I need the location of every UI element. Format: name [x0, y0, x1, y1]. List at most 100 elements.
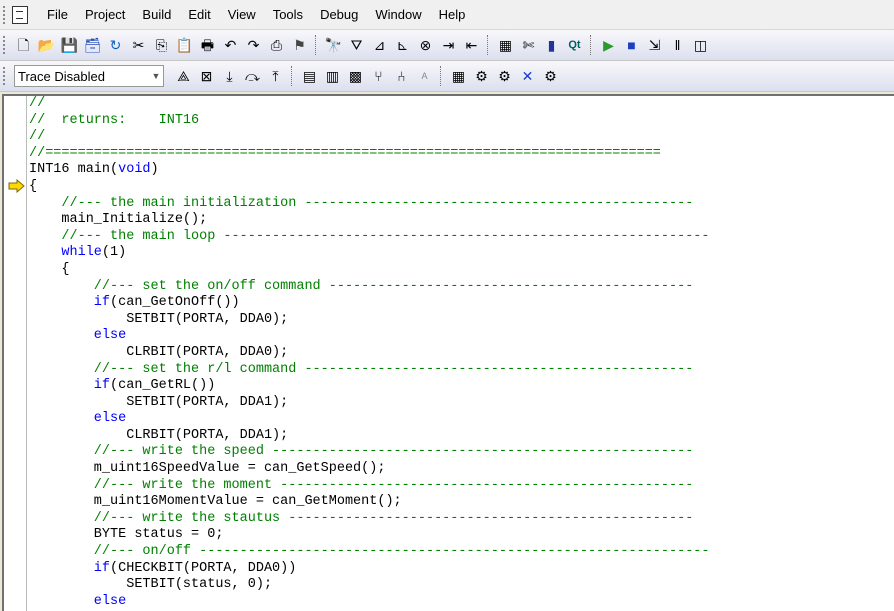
stop-icon[interactable]: ■ [622, 36, 641, 55]
code-line[interactable]: m_uint16MomentValue = can_GetMoment(); [29, 494, 894, 511]
memory-icon[interactable]: ▮ [542, 36, 561, 55]
code-line[interactable]: if(can_GetRL()) [29, 378, 894, 395]
board-icon[interactable]: ▦ [496, 36, 515, 55]
code-line[interactable]: while(1) [29, 245, 894, 262]
chevron-down-icon[interactable]: ▼ [149, 67, 163, 85]
emulator-icon[interactable]: ▥ [323, 67, 342, 86]
menu-help[interactable]: Help [430, 0, 474, 29]
settings-icon[interactable]: ⚙ [472, 67, 491, 86]
gear-icon[interactable]: ⚙ [541, 67, 560, 86]
bookmark-icon[interactable]: ⛛ [347, 36, 366, 55]
code-line[interactable]: SETBIT(status, 0); [29, 577, 894, 594]
code-line[interactable]: // [29, 96, 894, 113]
find-in-files-icon[interactable]: ⎙ [267, 36, 286, 55]
refresh-icon[interactable]: ↻ [106, 36, 125, 55]
toolbar-grip[interactable] [3, 67, 9, 85]
code-line[interactable]: //--- set the r/l command --------------… [29, 362, 894, 379]
code-line[interactable]: else [29, 411, 894, 428]
code-line[interactable]: { [29, 262, 894, 279]
code-line[interactable]: //--- write the stautus ----------------… [29, 511, 894, 528]
open-folder-icon[interactable]: 📂 [37, 36, 56, 55]
chip-icon[interactable]: ▤ [300, 67, 319, 86]
scissors-tool-icon[interactable]: ✄ [519, 36, 538, 55]
qt-icon[interactable]: Qt [565, 36, 584, 55]
code-line[interactable]: CLRBIT(PORTA, DDA0); [29, 345, 894, 362]
menu-debug[interactable]: Debug [311, 0, 366, 29]
code-line[interactable]: CLRBIT(PORTA, DDA1); [29, 428, 894, 445]
flag-icon[interactable]: ⚑ [290, 36, 309, 55]
code-line[interactable]: //--- the main initialization ----------… [29, 196, 894, 213]
code-keyword: else [29, 411, 127, 427]
code-comment: //--- write the speed ------------------… [29, 444, 694, 460]
auto-icon[interactable]: A [415, 67, 434, 86]
step-over-icon[interactable]: ⤼ [243, 67, 262, 86]
code-line[interactable]: // [29, 129, 894, 146]
breakpoint-icon[interactable]: ⟁ [174, 67, 193, 86]
code-line[interactable]: SETBIT(PORTA, DDA1); [29, 395, 894, 412]
editor-gutter[interactable] [4, 96, 26, 611]
menu-project[interactable]: Project [76, 0, 133, 29]
binoculars-icon[interactable]: 🔭 [324, 36, 343, 55]
code-line[interactable]: //--- set the on/off command -----------… [29, 279, 894, 296]
paste-icon[interactable]: 📋 [175, 36, 194, 55]
window-icon[interactable]: ◫ [691, 36, 710, 55]
step-out-icon[interactable]: ⤒ [266, 67, 285, 86]
close-x-icon[interactable]: ✕ [518, 67, 537, 86]
code-line[interactable]: //--- write the moment -----------------… [29, 478, 894, 495]
new-file-icon[interactable]: 🗋 [14, 36, 33, 55]
copy-icon[interactable]: ⎘ [152, 36, 171, 55]
calculator-icon[interactable]: ▦ [449, 67, 468, 86]
code-line[interactable]: { [29, 179, 894, 196]
code-line[interactable]: //--- on/off ---------------------------… [29, 544, 894, 561]
indent-icon[interactable]: ⇥ [439, 36, 458, 55]
connect-icon[interactable]: ⑂ [369, 67, 388, 86]
code-line[interactable]: // returns: INT16 [29, 113, 894, 130]
menu-file[interactable]: File [38, 0, 76, 29]
clear-breakpoint-icon[interactable]: ⊠ [197, 67, 216, 86]
code-comment: //--- the main initialization ----------… [29, 195, 694, 211]
step-into-icon[interactable]: ⤓ [220, 67, 239, 86]
menubar-grip[interactable] [3, 5, 9, 24]
code-line[interactable]: if(CHECKBIT(PORTA, DDA0)) [29, 561, 894, 578]
menu-build[interactable]: Build [133, 0, 179, 29]
run-icon[interactable]: ▶ [599, 36, 618, 55]
code-editor[interactable]: //// returns: INT16////=================… [2, 94, 894, 611]
save-all-icon[interactable]: 🗃 [83, 36, 102, 55]
processor-icon[interactable]: ▩ [346, 67, 365, 86]
code-lines[interactable]: //// returns: INT16////=================… [29, 96, 894, 610]
code-line[interactable]: INT16 main(void) [29, 162, 894, 179]
save-icon[interactable]: 💾 [60, 36, 79, 55]
code-line[interactable]: SETBIT(PORTA, DDA0); [29, 312, 894, 329]
code-text: (can_GetRL()) [110, 378, 216, 394]
step-icon[interactable]: ⇲ [645, 36, 664, 55]
clear-bookmarks-icon[interactable]: ⊗ [416, 36, 435, 55]
code-line[interactable]: main_Initialize(); [29, 212, 894, 229]
menu-tools[interactable]: Tools [264, 0, 311, 29]
disconnect-icon[interactable]: ⑃ [392, 67, 411, 86]
prev-bookmark-icon[interactable]: ⊾ [393, 36, 412, 55]
cog-icon[interactable]: ⚙ [495, 67, 514, 86]
code-line[interactable]: m_uint16SpeedValue = can_GetSpeed(); [29, 461, 894, 478]
toolbar-grip[interactable] [3, 36, 9, 54]
code-comment: //--- write the stautus ----------------… [29, 510, 694, 526]
cut-icon[interactable]: ✂ [129, 36, 148, 55]
print-icon[interactable]: 🖶 [198, 36, 217, 55]
undo-icon[interactable]: ↶ [221, 36, 240, 55]
pause-icon[interactable]: ‖ [668, 36, 687, 55]
code-line[interactable]: BYTE status = 0; [29, 527, 894, 544]
menu-edit[interactable]: Edit [179, 0, 218, 29]
next-bookmark-icon[interactable]: ⊿ [370, 36, 389, 55]
code-line[interactable]: if(can_GetOnOff()) [29, 295, 894, 312]
code-line[interactable]: else [29, 594, 894, 611]
code-comment: // returns: INT16 [29, 112, 200, 128]
menu-window[interactable]: Window [366, 0, 429, 29]
code-line[interactable]: //--- write the speed ------------------… [29, 444, 894, 461]
trace-select[interactable]: Trace Disabled ▼ [14, 65, 164, 87]
code-line[interactable]: else [29, 328, 894, 345]
redo-icon[interactable]: ↷ [244, 36, 263, 55]
menu-view[interactable]: View [219, 0, 264, 29]
outdent-icon[interactable]: ⇤ [462, 36, 481, 55]
code-line[interactable]: //--- the main loop --------------------… [29, 229, 894, 246]
document-icon[interactable] [12, 5, 28, 24]
code-line[interactable]: //======================================… [29, 146, 894, 163]
